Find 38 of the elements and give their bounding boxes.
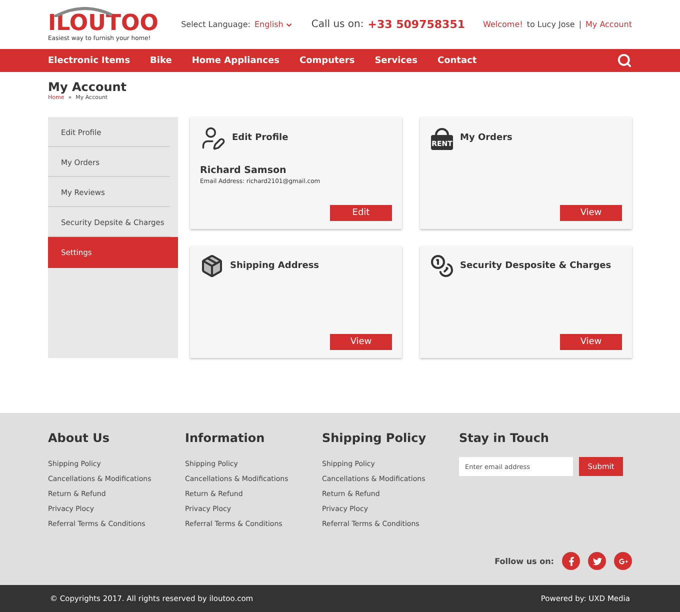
follow-label: Follow us on: bbox=[494, 556, 554, 566]
coins-icon bbox=[430, 254, 454, 278]
view-button[interactable]: View bbox=[560, 334, 622, 350]
footer-heading: Information bbox=[185, 431, 266, 445]
google-plus-icon[interactable] bbox=[614, 552, 632, 570]
logo[interactable]: ILOUTOO bbox=[48, 13, 158, 35]
card-title: Edit Profile bbox=[232, 133, 288, 143]
nav-item[interactable]: Services bbox=[374, 56, 418, 66]
user-edit-icon bbox=[200, 125, 226, 151]
edit-button[interactable]: Edit bbox=[330, 205, 392, 221]
facebook-icon[interactable] bbox=[562, 552, 580, 570]
language-label: Select Language: bbox=[181, 20, 250, 29]
language-select[interactable]: English bbox=[254, 20, 294, 29]
user-name-text: to Lucy Jose bbox=[526, 20, 575, 29]
nav-item[interactable]: Bike bbox=[150, 56, 172, 66]
box-icon bbox=[200, 254, 224, 278]
nav-item[interactable]: Computers bbox=[299, 56, 355, 66]
profile-name: Richard Samson bbox=[200, 165, 288, 176]
view-button[interactable]: View bbox=[330, 334, 392, 350]
chevron-down-icon[interactable] bbox=[285, 20, 294, 28]
footer-heading: Stay in Touch bbox=[459, 431, 550, 445]
separator: | bbox=[578, 20, 582, 29]
call-label: Call us on: bbox=[311, 19, 364, 30]
page-title: My Account bbox=[48, 80, 128, 94]
nav-item[interactable]: Electronic Items bbox=[48, 56, 130, 66]
footer-heading: Shipping Policy bbox=[322, 431, 428, 445]
card-title: My Orders bbox=[460, 133, 512, 143]
nav-item[interactable]: Home Appliances bbox=[192, 56, 280, 66]
my-account-link[interactable]: My Account bbox=[586, 20, 632, 29]
welcome-text: Welcome! bbox=[483, 20, 523, 29]
view-button[interactable]: View bbox=[560, 205, 622, 221]
nav-item[interactable]: Contact bbox=[437, 56, 477, 66]
search-icon[interactable] bbox=[617, 53, 632, 68]
phone-number: +33 509758351 bbox=[368, 18, 466, 31]
card-title: Security Desposite & Charges bbox=[460, 261, 612, 271]
footer-heading: About Us bbox=[48, 431, 110, 445]
twitter-icon[interactable] bbox=[588, 552, 606, 570]
card-title: Shipping Address bbox=[230, 261, 320, 271]
